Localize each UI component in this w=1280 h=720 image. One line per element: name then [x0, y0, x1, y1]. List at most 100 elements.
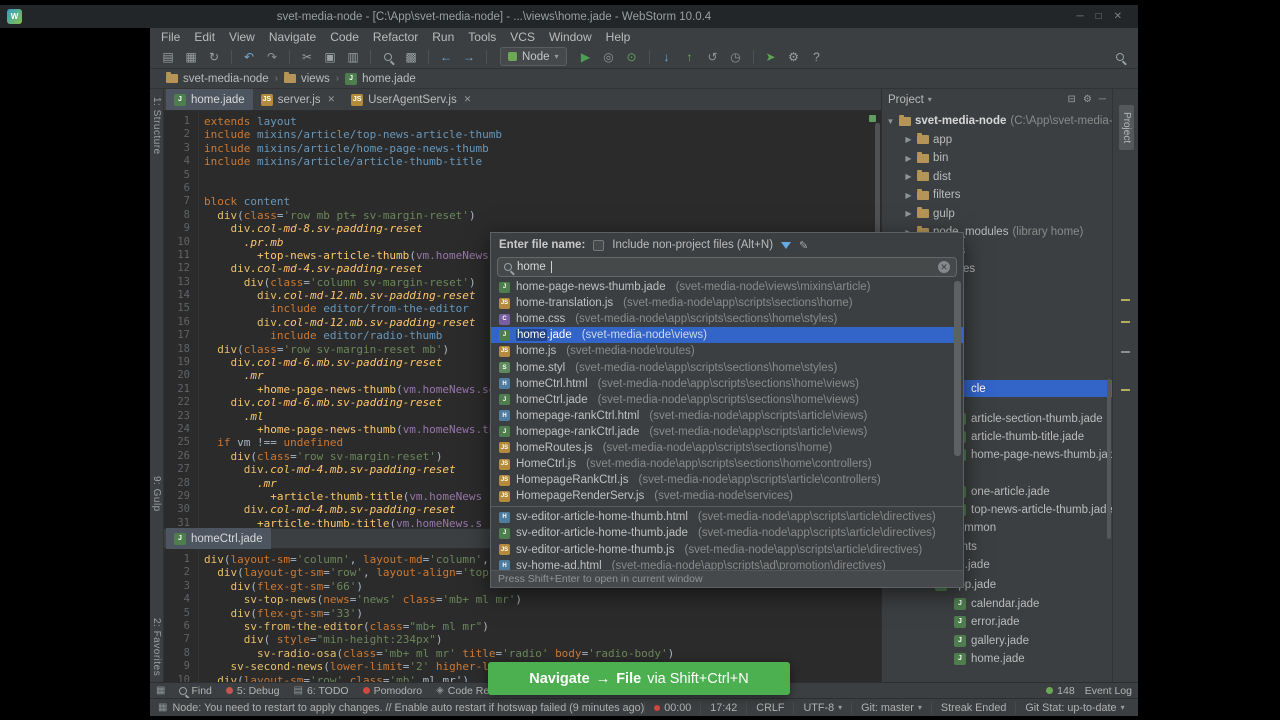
- stripe-structure[interactable]: 1: Structure: [151, 97, 162, 155]
- file-row[interactable]: Hsv-editor-article-home-thumb.html (svet-…: [491, 509, 963, 525]
- run-icon[interactable]: ▶: [576, 48, 596, 66]
- vcs-revert-icon[interactable]: ↺: [703, 48, 723, 66]
- open-project-icon[interactable]: ▤: [158, 48, 178, 66]
- status-git-stat-up-to-date[interactable]: Git Stat: up-to-date ▾: [1015, 701, 1133, 714]
- breadcrumb-svet-media-node[interactable]: svet-media-node: [160, 72, 275, 85]
- breadcrumb-views[interactable]: views: [278, 72, 336, 85]
- tab-server-js[interactable]: JS server.js ✕: [253, 89, 343, 110]
- close-icon[interactable]: ✕: [328, 94, 336, 105]
- tree-item-top-news-article-thumb-jade[interactable]: Jtop-news-article-thumb.jade: [954, 501, 1112, 518]
- clear-search-icon[interactable]: ✕: [938, 261, 950, 273]
- todo-toolwindow[interactable]: ▤ 6: TODO: [294, 685, 349, 697]
- popup-scrollbar[interactable]: [954, 281, 961, 456]
- undo-icon[interactable]: ↶: [239, 48, 259, 66]
- settings-icon[interactable]: ⚙: [784, 48, 804, 66]
- file-row[interactable]: JS HomeCtrl.js (svet-media-node\app\script…: [491, 456, 963, 472]
- breadcrumb-home-jade[interactable]: Jhome.jade: [339, 72, 422, 85]
- file-row[interactable]: Jhomepage-rankCtrl.jade (svet-media-node\…: [491, 424, 963, 440]
- maximize-icon[interactable]: □: [1096, 11, 1102, 22]
- include-non-project-checkbox[interactable]: [593, 239, 605, 251]
- menu-vcs[interactable]: VCS: [503, 30, 542, 44]
- tool-window-switcher-icon[interactable]: ▦: [156, 685, 165, 696]
- file-row[interactable]: Shome.styl (svet-media-node\app\scripts\s…: [491, 359, 963, 375]
- forward-icon[interactable]: →: [459, 48, 479, 66]
- back-icon[interactable]: ←: [436, 48, 456, 66]
- file-row[interactable]: JS sv-editor-article-home-thumb.js (svet-m…: [491, 542, 963, 558]
- stripe-project[interactable]: Project: [1119, 105, 1134, 151]
- editor-scrollbar[interactable]: [875, 123, 880, 243]
- sync-icon[interactable]: ↻: [204, 48, 224, 66]
- tree-item-article-thumb-title-jade[interactable]: Jarticle-thumb-title.jade: [954, 428, 1084, 445]
- filter-icon[interactable]: [781, 241, 792, 249]
- replace-icon[interactable]: ▩: [401, 48, 421, 66]
- status-17-42[interactable]: 17:42: [700, 701, 746, 714]
- status-crlf[interactable]: CRLF: [746, 701, 793, 714]
- file-row[interactable]: Jhome.jade (svet-media-node\views): [491, 327, 963, 344]
- file-row[interactable]: Jhome-page-news-thumb.jade (svet-media-no…: [491, 279, 963, 295]
- close-icon[interactable]: ✕: [464, 94, 472, 105]
- menu-window[interactable]: Window: [542, 30, 599, 44]
- find-icon[interactable]: [378, 48, 398, 66]
- menu-tools[interactable]: Tools: [461, 30, 503, 44]
- file-row[interactable]: Hhomepage-rankCtrl.html (svet-media-node\…: [491, 408, 963, 424]
- event-log-toolwindow[interactable]: Event Log: [1085, 685, 1132, 697]
- tab-homectrl-jade[interactable]: J homeCtrl.jade: [166, 528, 271, 549]
- redo-icon[interactable]: ↷: [262, 48, 282, 66]
- file-row[interactable]: HhomeCtrl.html (svet-media-node\app\scrip…: [491, 376, 963, 392]
- debug-icon[interactable]: ⊙: [622, 48, 642, 66]
- menu-refactor[interactable]: Refactor: [366, 30, 425, 44]
- file-row[interactable]: JS HomepageRankCtrl.js (svet-media-node\ap…: [491, 472, 963, 488]
- tree-item-calendar-jade[interactable]: Jcalendar.jade: [954, 595, 1039, 612]
- notification-count[interactable]: 148: [1046, 685, 1075, 697]
- tab-useragentserv-js[interactable]: JS UserAgentServ.js ✕: [343, 89, 479, 110]
- tree-item-home-jade[interactable]: Jhome.jade: [954, 650, 1025, 667]
- paste-icon[interactable]: ▥: [343, 48, 363, 66]
- checkbox-label[interactable]: Include non-project files (Alt+N): [612, 239, 773, 251]
- pomodoro-toolwindow[interactable]: Pomodoro: [362, 685, 422, 697]
- status-utf-8[interactable]: UTF-8 ▾: [793, 701, 851, 714]
- save-all-icon[interactable]: ▦: [181, 48, 201, 66]
- menu-navigate[interactable]: Navigate: [262, 30, 323, 44]
- status-git-master[interactable]: Git: master ▾: [851, 701, 931, 714]
- file-row[interactable]: JhomeCtrl.jade (svet-media-node\app\scrip…: [491, 392, 963, 408]
- stripe-favorites[interactable]: 2: Favorites: [151, 618, 162, 676]
- close-icon[interactable]: ✕: [1114, 11, 1122, 22]
- menu-file[interactable]: File: [154, 30, 187, 44]
- status-grid-icon[interactable]: ▦: [158, 702, 167, 713]
- find-toolwindow[interactable]: Find: [179, 685, 212, 697]
- project-scrollbar[interactable]: [1107, 379, 1111, 539]
- file-row[interactable]: Chome.css (svet-media-node\app\scripts\se…: [491, 311, 963, 327]
- tree-item-one-article-jade[interactable]: Jone-article.jade: [954, 483, 1050, 500]
- tree-item-error-jade[interactable]: Jerror.jade: [954, 613, 1020, 630]
- menu-view[interactable]: View: [222, 30, 262, 44]
- file-row[interactable]: JS home-translation.js (svet-media-node\ap…: [491, 295, 963, 311]
- inspection-status-icon[interactable]: [869, 115, 876, 122]
- vcs-commit-icon[interactable]: ↑: [680, 48, 700, 66]
- run-configuration-selector[interactable]: Node ▾: [500, 47, 567, 66]
- tree-item-gallery-jade[interactable]: Jgallery.jade: [954, 632, 1029, 649]
- search-everywhere-icon[interactable]: [1110, 48, 1130, 66]
- cut-icon[interactable]: ✂: [297, 48, 317, 66]
- file-name-input[interactable]: home ✕: [497, 257, 957, 277]
- menu-run[interactable]: Run: [425, 30, 461, 44]
- status-00-00[interactable]: 00:00: [644, 701, 700, 714]
- minimize-icon[interactable]: ─: [1076, 11, 1083, 22]
- menu-help[interactable]: Help: [599, 30, 638, 44]
- copy-icon[interactable]: ▣: [320, 48, 340, 66]
- file-row[interactable]: JS HomepageRenderServ.js (svet-media-node\…: [491, 488, 963, 504]
- status-streak-ended[interactable]: Streak Ended: [930, 701, 1015, 714]
- vcs-update-icon[interactable]: ↓: [657, 48, 677, 66]
- debug-toolwindow[interactable]: 5: Debug: [225, 685, 280, 697]
- vcs-history-icon[interactable]: ◷: [726, 48, 746, 66]
- tree-item-home-page-news-thumb-jade[interactable]: Jhome-page-news-thumb.jade: [954, 446, 1112, 463]
- deploy-icon[interactable]: ➤: [761, 48, 781, 66]
- stripe-gulp[interactable]: 9: Gulp: [151, 476, 162, 512]
- help-icon[interactable]: ?: [807, 48, 827, 66]
- coverage-icon[interactable]: ◎: [599, 48, 619, 66]
- file-row[interactable]: Jsv-editor-article-home-thumb.jade (svet-…: [491, 525, 963, 541]
- file-row[interactable]: JS home.js (svet-media-node\routes): [491, 343, 963, 359]
- menu-code[interactable]: Code: [323, 30, 366, 44]
- file-row[interactable]: JS homeRoutes.js (svet-media-node\app\scri…: [491, 440, 963, 456]
- pencil-icon[interactable]: ✎: [799, 239, 808, 252]
- menu-edit[interactable]: Edit: [187, 30, 222, 44]
